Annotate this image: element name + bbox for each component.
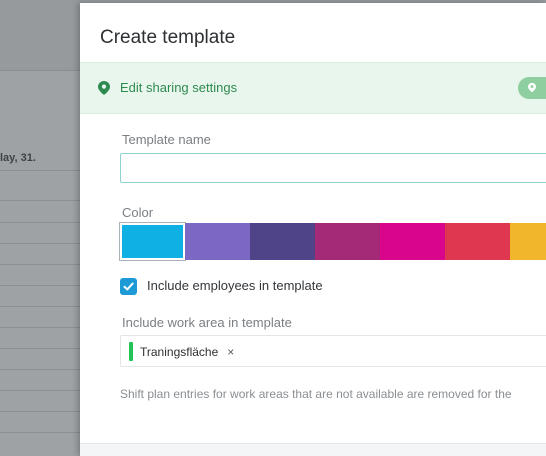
background-divider [0,306,80,307]
edit-sharing-settings-link[interactable]: Edit sharing settings [120,80,237,95]
background-divider [0,243,80,244]
background-divider [0,285,80,286]
remove-chip-icon[interactable]: × [227,346,234,358]
create-template-dialog: Create template Edit sharing settings Te… [80,3,546,456]
work-area-label: Include work area in template [122,315,292,330]
color-swatch[interactable] [119,222,186,261]
background-divider [0,348,80,349]
template-name-label: Template name [122,132,211,147]
background-divider [0,264,80,265]
background-divider [0,327,80,328]
color-swatch[interactable] [250,223,315,260]
work-area-select[interactable]: Traningsfläche × [120,335,546,367]
background-divider [0,200,80,201]
color-swatch[interactable] [185,223,250,260]
background-divider [0,369,80,370]
work-area-note: Shift plan entries for work areas that a… [120,387,512,401]
include-employees-label: Include employees in template [147,278,323,293]
color-swatch[interactable] [510,223,546,260]
work-area-chip: Traningsfläche × [129,342,234,361]
background-divider [0,170,80,171]
template-name-input[interactable] [120,153,546,183]
map-pin-icon [98,81,110,95]
work-area-chip-label: Traningsfläche [140,344,219,359]
checkmark-icon [123,282,134,291]
background-divider [0,390,80,391]
color-swatch[interactable] [445,223,510,260]
background-date-label: lay, 31. [0,152,36,164]
background-divider [0,411,80,412]
color-swatch[interactable] [380,223,445,260]
sharing-settings-bar: Edit sharing settings [80,62,546,114]
dialog-title: Create template [100,27,236,48]
color-label: Color [122,205,154,220]
color-swatch-picker [119,222,546,261]
background-divider [0,432,80,433]
map-pin-icon [528,82,536,93]
sharing-location-badge[interactable] [518,77,546,99]
work-area-color-marker [129,342,133,361]
background-divider [0,222,80,223]
color-swatch[interactable] [315,223,380,260]
include-employees-checkbox[interactable] [120,278,137,295]
dialog-footer [80,443,546,456]
